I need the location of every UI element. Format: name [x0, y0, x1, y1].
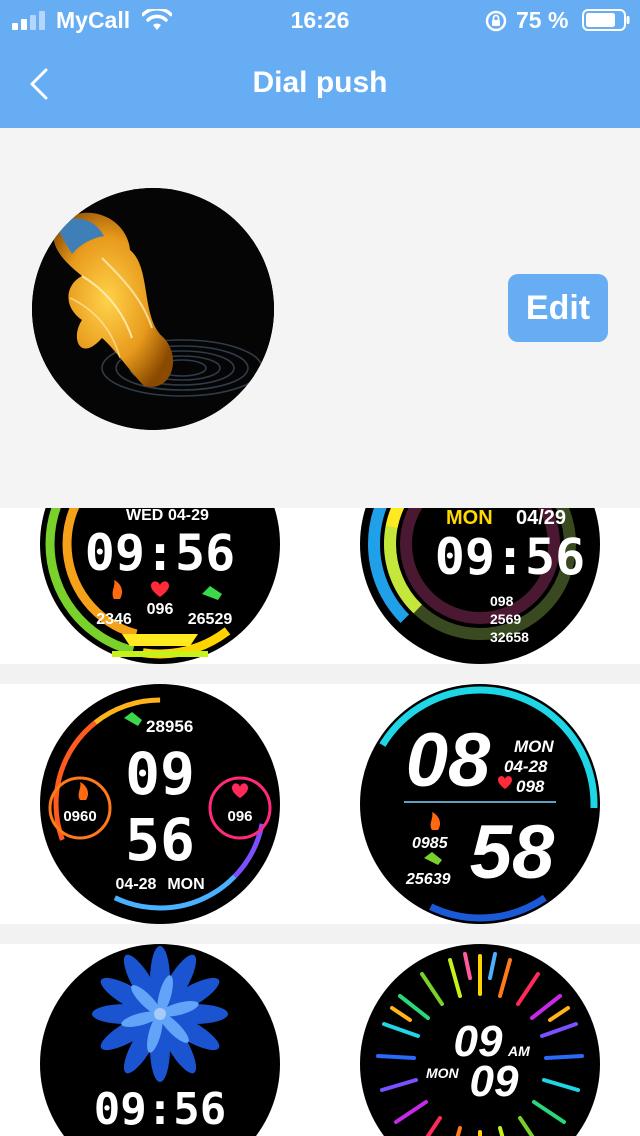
dial1-day: WED	[126, 508, 163, 524]
dial1-date: 04-29	[168, 508, 209, 524]
dial3-steps: 28956	[146, 717, 193, 736]
dial-row-2: 28956 09 56 0960 096 04-28 MON 08 58 MON…	[0, 684, 640, 924]
dial2-date: 04/29	[516, 508, 566, 529]
dial-row-1: WED 04-29 09:56 096 2346 26529 MON 04/29…	[0, 508, 640, 664]
dial-option-italic-bold[interactable]: 08 58 MON 04-28 098 0985 25639	[360, 684, 600, 924]
dial4-hour: 08	[406, 718, 491, 803]
dial1-calories: 2346	[96, 611, 132, 628]
battery-percentage: 75 %	[516, 7, 569, 33]
dial5-time: 09:56	[94, 1084, 226, 1135]
dial-option-gradient-ring[interactable]: 28956 09 56 0960 096 04-28 MON	[40, 684, 280, 924]
dial2-time: 09:56	[435, 528, 586, 586]
dial2-steps: 32658	[490, 629, 529, 645]
dial2-day: MON	[446, 508, 493, 529]
dial1-time: 09:56	[85, 524, 236, 582]
dial-option-activity-arcs[interactable]: MON 04/29 09:56 098 2569 32658	[360, 508, 600, 664]
dial-option-rainbow-rings[interactable]: WED 04-29 09:56 096 2346 26529	[40, 508, 280, 664]
battery-icon	[582, 9, 630, 31]
dial3-calories: 0960	[63, 808, 96, 825]
rotation-lock-icon	[485, 10, 507, 32]
dial2-heart: 098	[490, 593, 514, 609]
app-header: MyCall 16:26 75 % Dial push	[0, 0, 640, 128]
page-title: Dial push	[252, 66, 388, 99]
dial4-calories: 0985	[412, 835, 449, 852]
betta-fish-image	[32, 188, 274, 430]
current-dial-preview	[32, 188, 274, 430]
dial2-calories: 2569	[490, 611, 521, 627]
dial4-day: MON	[514, 737, 554, 756]
dial-option-color-burst[interactable]: 09 AM MON 09	[360, 944, 600, 1136]
dial6-day: MON	[426, 1065, 460, 1081]
dial6-minute: 09	[470, 1057, 519, 1106]
dial3-date: 04-28	[116, 876, 157, 893]
dial4-minute: 58	[470, 810, 555, 895]
dial3-heart: 096	[227, 808, 252, 825]
dial-option-blue-flower[interactable]: 09:56	[40, 944, 280, 1136]
current-dial-panel: Edit	[0, 128, 640, 508]
dial4-date: 04-28	[504, 757, 548, 776]
dial3-day: MON	[167, 876, 204, 893]
edit-button[interactable]: Edit	[508, 274, 608, 342]
dial3-hour: 09	[125, 740, 195, 808]
dial1-steps: 26529	[188, 611, 233, 628]
dial3-minute: 56	[125, 806, 195, 874]
status-bar: MyCall 16:26 75 %	[0, 0, 640, 40]
dial4-steps: 25639	[405, 871, 451, 888]
dial1-heart: 096	[147, 601, 174, 618]
dial-row-3: 09:56 09 AM MON 09	[0, 944, 640, 1136]
dial4-heart: 098	[516, 777, 545, 796]
